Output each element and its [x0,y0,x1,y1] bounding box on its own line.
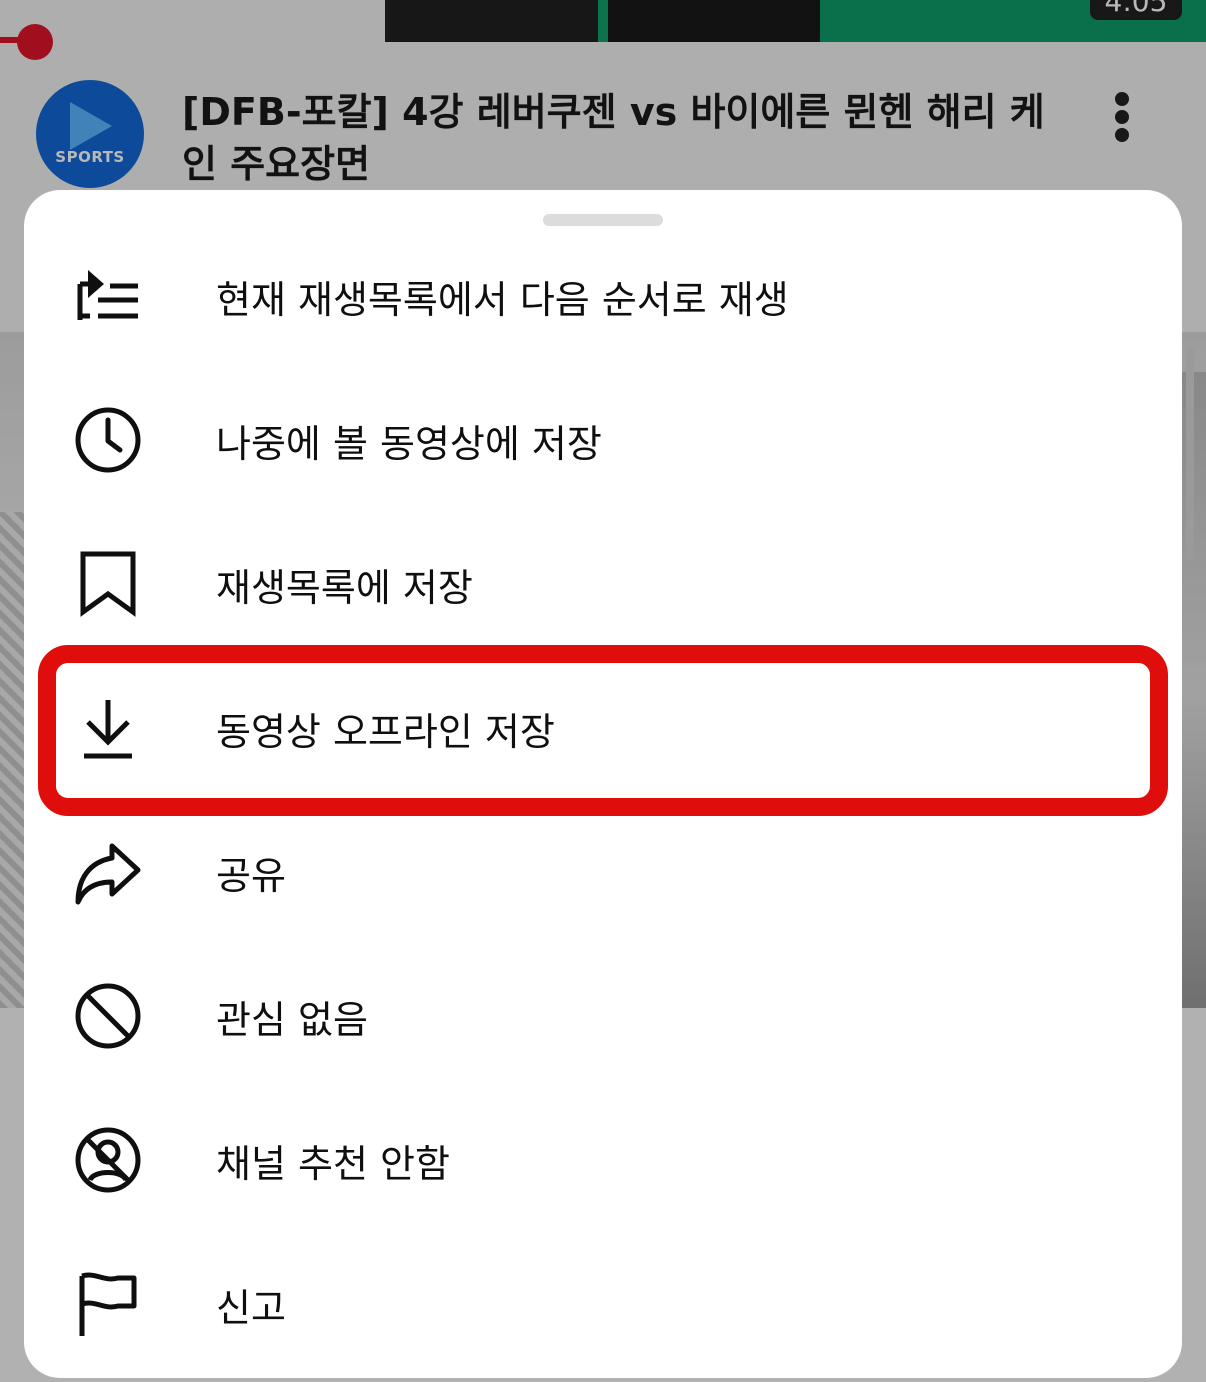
menu-item-not-interested[interactable]: 관심 없음 [24,944,1182,1088]
flag-icon [74,1270,142,1338]
menu-item-label: 공유 [216,853,286,898]
screen: 4:05 SPORTS [DFB-포칼] 4강 레버쿠젠 vs 바이에른 뮌헨 … [0,0,1206,1382]
menu-item-download[interactable]: 동영상 오프라인 저장 [24,656,1182,800]
action-bottom-sheet: 현재 재생목록에서 다음 순서로 재생 나중에 볼 동영상에 저장 재생목록에 … [24,190,1182,1378]
download-icon [74,694,142,762]
menu-item-play-next[interactable]: 현재 재생목록에서 다음 순서로 재생 [24,224,1182,368]
block-icon [74,982,142,1050]
scrollbar[interactable] [1186,348,1194,560]
menu-item-dont-recommend-channel[interactable]: 채널 추천 안함 [24,1088,1182,1232]
clock-icon [74,406,142,474]
bookmark-icon [74,550,142,618]
menu-item-label: 나중에 볼 동영상에 저장 [216,421,602,466]
menu-item-share[interactable]: 공유 [24,800,1182,944]
no-channel-icon [74,1126,142,1194]
menu-item-label: 관심 없음 [216,997,368,1042]
menu-item-label: 현재 재생목록에서 다음 순서로 재생 [216,277,789,322]
share-arrow-icon [74,838,142,906]
menu-item-report[interactable]: 신고 [24,1232,1182,1376]
menu-item-label: 신고 [216,1285,286,1330]
menu-item-label: 채널 추천 안함 [216,1141,450,1186]
menu-item-save-to-playlist[interactable]: 재생목록에 저장 [24,512,1182,656]
menu-item-watch-later[interactable]: 나중에 볼 동영상에 저장 [24,368,1182,512]
menu-item-label: 동영상 오프라인 저장 [216,709,555,754]
menu-item-label: 재생목록에 저장 [216,565,473,610]
play-next-in-queue-icon [74,262,142,330]
